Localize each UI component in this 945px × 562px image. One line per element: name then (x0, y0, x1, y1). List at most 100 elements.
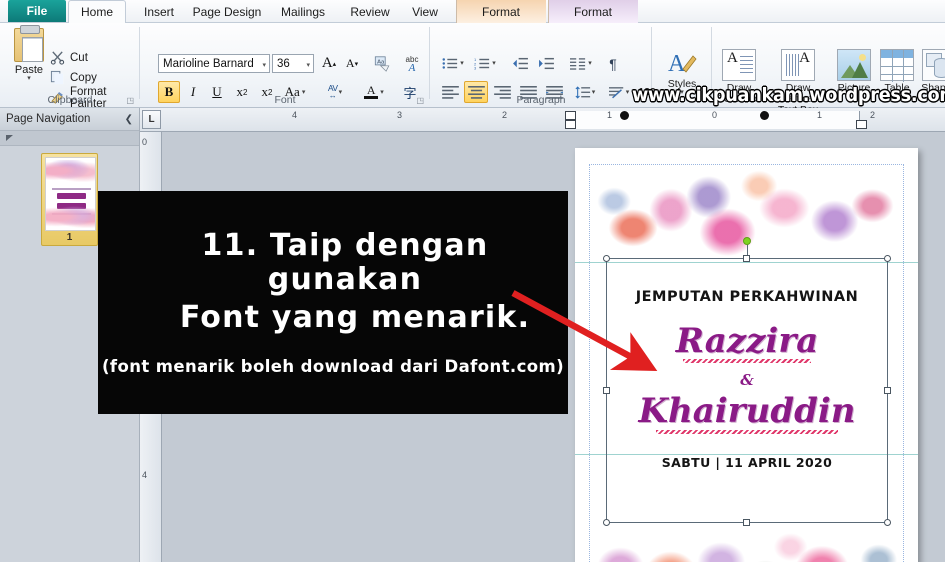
ruler-h-num-6: 2 (870, 110, 876, 120)
handle-bottom-center[interactable] (743, 519, 750, 526)
line-spacing-button[interactable]: ▾ (570, 81, 600, 103)
cut-label: Cut (70, 51, 88, 64)
invitation-title: JEMPUTAN PERKAHWINAN (635, 289, 859, 305)
font-name-caret-icon[interactable]: ▾ (262, 61, 266, 69)
handle-top-center[interactable] (743, 255, 750, 262)
subscript-button[interactable]: x2 (230, 81, 254, 103)
handle-top-left[interactable] (603, 255, 610, 262)
tab-file-label: File (26, 4, 48, 18)
tab-format-drawing-tools[interactable]: Format (456, 0, 546, 23)
collapse-pane-icon[interactable]: ❮ (125, 114, 133, 125)
handle-bottom-left[interactable] (603, 519, 610, 526)
horizontal-ruler[interactable]: L 4 3 2 1 0 1 2 4 (140, 108, 945, 132)
tab-home[interactable]: Home (68, 0, 126, 24)
handle-bottom-right[interactable] (884, 519, 891, 526)
bold-glyph: B (164, 84, 174, 99)
superscript-button[interactable]: x2 (255, 81, 279, 103)
font-size-combobox[interactable]: 36 ▾ (272, 54, 314, 73)
ruler-h-num-4: 0 (712, 110, 718, 120)
page-thumbnail-1[interactable]: 1 (41, 153, 98, 246)
instruction-overlay: 11. Taip dengan gunakan Font yang menari… (98, 191, 568, 414)
styles-icon: A (668, 51, 697, 77)
tab-stop-selector[interactable]: L (142, 110, 161, 129)
justify-button[interactable] (516, 81, 540, 103)
draw-text-box-icon: A (722, 49, 756, 81)
decrease-indent-button[interactable] (508, 53, 532, 74)
show-formatting-marks-button[interactable]: ¶ (602, 53, 624, 74)
bold-button[interactable]: B (158, 81, 180, 103)
shrink-font-glyph: A (345, 56, 355, 70)
ribbon-tab-bar: File Home Insert Page Design Mailings Re… (0, 0, 945, 24)
tab-mailings[interactable]: Mailings (270, 0, 336, 23)
tab-page-design[interactable]: Page Design (185, 0, 269, 23)
right-indent-marker[interactable] (856, 120, 867, 129)
enclose-character-glyph: 字 (403, 85, 417, 101)
character-spacing-button[interactable]: AV ↔ ▾ (318, 81, 352, 103)
tab-stop-1[interactable] (620, 111, 629, 120)
tab-page-design-label: Page Design (192, 4, 262, 19)
cut-button[interactable]: Cut (48, 48, 88, 67)
publisher-window: File Home Insert Page Design Mailings Re… (0, 0, 945, 562)
align-right-button[interactable] (490, 81, 514, 103)
font-name-value: Marioline Barnard (163, 57, 254, 70)
underline-button[interactable]: U (206, 81, 228, 103)
instruction-line-1: 11. Taip dengan gunakan (201, 228, 489, 297)
rotation-handle[interactable] (743, 237, 751, 245)
increase-indent-button[interactable] (534, 53, 558, 74)
ruler-h-num-1: 3 (397, 110, 403, 120)
hanging-indent-marker[interactable] (565, 120, 576, 129)
font-size-value: 36 (277, 57, 290, 70)
paste-dropdown-caret[interactable]: ▾ (6, 75, 52, 82)
spelling-button[interactable]: abc A (400, 53, 424, 74)
page-navigation-title: Page Navigation (6, 113, 91, 125)
grow-font-button[interactable]: A ▴ (318, 53, 340, 74)
tab-stop-2[interactable] (760, 111, 769, 120)
clear-formatting-button[interactable]: Aa (370, 53, 394, 74)
group-clipboard: Paste ▾ Cut Copy Format Painter Clipboar… (0, 23, 140, 110)
change-case-button[interactable]: Aa ▾ (280, 81, 310, 103)
align-left-button[interactable] (438, 81, 462, 103)
numbering-button[interactable]: 1 2 3 ▾ (470, 53, 500, 74)
tab-format-orange-label: Format (481, 4, 520, 19)
font-color-button[interactable]: A ▾ (358, 81, 390, 103)
align-center-button[interactable] (464, 81, 488, 103)
invitation-groom-name: Khairuddin (638, 391, 856, 431)
publication-page[interactable]: JEMPUTAN PERKAHWINAN Razzira & Khairuddi… (575, 148, 918, 562)
site-watermark: www.cikpuankam.wordpress.com (632, 84, 945, 106)
enclose-character-button[interactable]: 字 (398, 81, 422, 103)
copy-button[interactable]: Copy (48, 68, 97, 87)
tab-view[interactable]: View (402, 0, 448, 23)
paste-button[interactable]: Paste ▾ (6, 25, 52, 82)
italic-button[interactable]: I (182, 81, 204, 103)
tab-stop-selector-label: L (148, 114, 155, 125)
font-size-caret-icon[interactable]: ▾ (306, 61, 310, 69)
svg-text:Aa: Aa (377, 59, 385, 65)
tab-format-text-box-tools[interactable]: Format (548, 0, 638, 23)
page-navigation-toolbar[interactable] (0, 131, 139, 146)
distribute-button[interactable] (542, 81, 566, 103)
clipboard-dialog-launcher[interactable]: ◳ (126, 96, 134, 105)
shrink-font-button[interactable]: A ▾ (341, 53, 363, 74)
columns-button[interactable]: ▾ (566, 53, 596, 74)
page-navigation-header: Page Navigation ❮ (0, 108, 139, 131)
first-line-indent-marker[interactable] (565, 111, 576, 120)
tab-home-label: Home (80, 5, 113, 19)
handle-top-right[interactable] (884, 255, 891, 262)
tab-insert[interactable]: Insert (133, 0, 185, 23)
tab-format-purple-label: Format (573, 4, 612, 19)
bullets-button[interactable]: ▾ (438, 53, 468, 74)
svg-text:3: 3 (474, 65, 477, 70)
selected-text-box[interactable]: JEMPUTAN PERKAHWINAN Razzira & Khairuddi… (603, 237, 891, 526)
picture-icon (837, 49, 871, 81)
draw-vertical-text-box-icon: A (781, 49, 815, 81)
bride-underline-ornament (683, 359, 811, 363)
page-thumbnail-preview (45, 157, 96, 231)
hyphenation-button[interactable]: ▾ (604, 81, 634, 103)
shapes-icon (922, 49, 945, 81)
ruler-h-num-5: 1 (817, 110, 823, 120)
tab-review[interactable]: Review (340, 0, 400, 23)
change-case-glyph: Aa (284, 84, 300, 99)
font-name-combobox[interactable]: Marioline Barnard ▾ (158, 54, 270, 73)
clipboard-group-label: Clipboard (47, 94, 93, 106)
tab-file[interactable]: File (8, 0, 66, 22)
